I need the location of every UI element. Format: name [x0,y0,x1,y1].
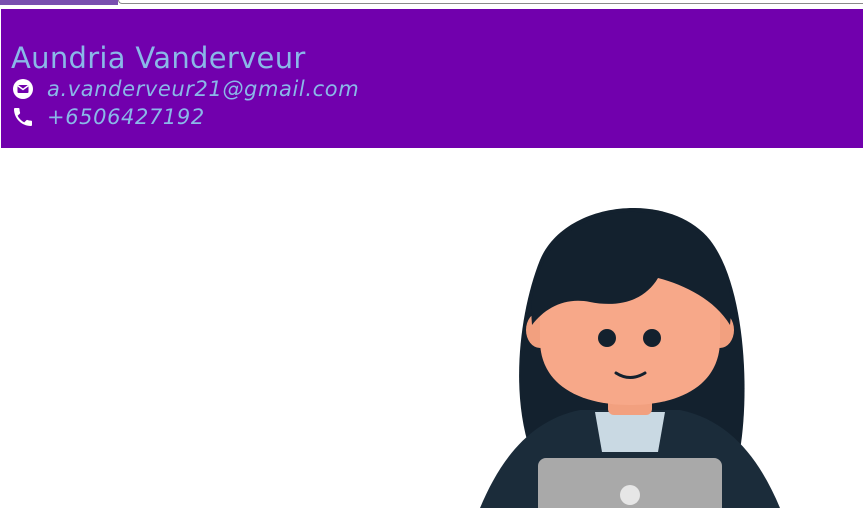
email-row: a.vanderveur21@gmail.com [11,77,359,101]
top-tab-strip [0,0,863,9]
email-link[interactable]: a.vanderveur21@gmail.com [47,77,359,101]
tab-bar-line [118,0,863,4]
email-icon [11,77,35,101]
phone-row: +6506427192 [11,105,205,129]
phone-link[interactable]: +6506427192 [47,105,205,129]
profile-header: Aundria Vanderveur a.vanderveur21@gmail.… [1,9,863,148]
active-tab-indicator[interactable] [0,0,118,5]
person-with-laptop-illustration [470,190,790,512]
profile-name: Aundria Vanderveur [11,41,306,75]
phone-icon [11,105,35,129]
